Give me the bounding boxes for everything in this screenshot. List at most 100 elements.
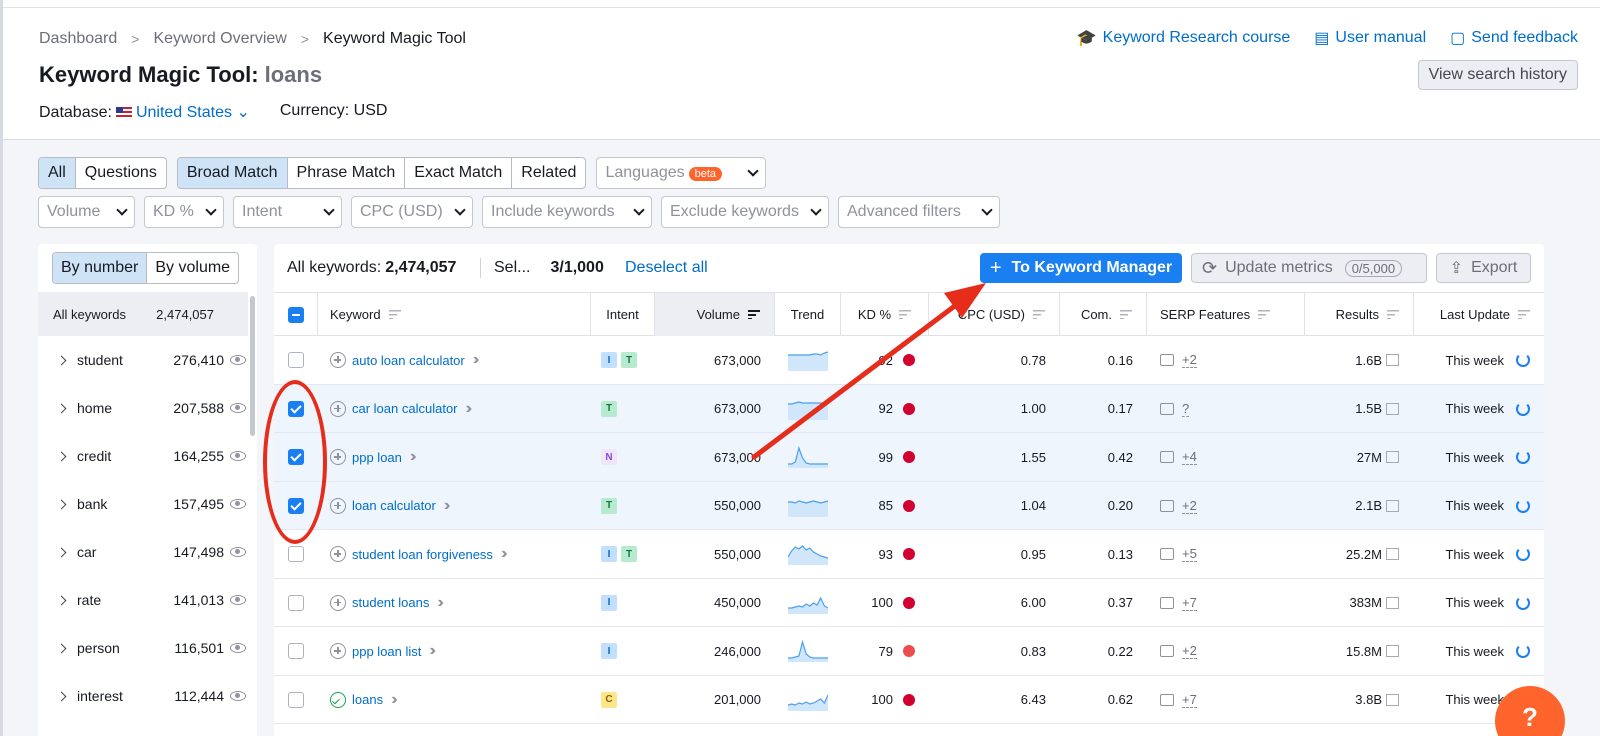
- tab-questions[interactable]: Questions: [76, 158, 166, 188]
- keyword-link[interactable]: ppp loan: [352, 450, 402, 465]
- exclude-keywords-filter[interactable]: Exclude keywords: [661, 196, 829, 228]
- add-to-list-icon[interactable]: [330, 400, 346, 417]
- sidebar-item-car[interactable]: car 147,498: [38, 528, 248, 576]
- manual-link[interactable]: ▤ User manual: [1314, 28, 1426, 48]
- row-checkbox[interactable]: [288, 546, 304, 562]
- col-results[interactable]: Results: [1305, 293, 1414, 336]
- export-button[interactable]: ⇪ Export: [1436, 253, 1531, 283]
- serp-more[interactable]: +7: [1182, 692, 1197, 708]
- refresh-icon[interactable]: [1516, 401, 1530, 416]
- double-chevron-icon[interactable]: ››: [429, 642, 435, 660]
- tab-phrase-match[interactable]: Phrase Match: [288, 158, 406, 188]
- col-kd[interactable]: KD %: [841, 293, 929, 336]
- view-history-button[interactable]: View search history: [1417, 60, 1578, 90]
- row-checkbox[interactable]: [288, 594, 304, 611]
- added-check-icon[interactable]: [330, 691, 346, 708]
- double-chevron-icon[interactable]: ››: [437, 594, 443, 612]
- eye-icon[interactable]: [230, 451, 246, 461]
- sidebar-item-rate[interactable]: rate 141,013: [38, 576, 248, 624]
- to-keyword-manager-button[interactable]: + To Keyword Manager: [980, 253, 1182, 283]
- serp-preview-icon[interactable]: [1386, 548, 1399, 560]
- row-checkbox[interactable]: [288, 352, 304, 368]
- col-volume[interactable]: Volume: [655, 293, 775, 336]
- refresh-icon[interactable]: [1516, 353, 1530, 367]
- col-keyword[interactable]: Keyword: [318, 293, 591, 336]
- eye-icon[interactable]: [230, 355, 246, 365]
- course-link[interactable]: 🎓 Keyword Research course: [1077, 28, 1291, 48]
- keyword-link[interactable]: ppp loan list: [352, 644, 421, 659]
- serp-more[interactable]: +7: [1182, 595, 1197, 611]
- serp-preview-icon[interactable]: [1386, 693, 1399, 706]
- advanced-filters[interactable]: Advanced filters: [838, 196, 1000, 228]
- eye-icon[interactable]: [230, 643, 246, 653]
- double-chevron-icon[interactable]: ››: [473, 351, 479, 369]
- col-serp[interactable]: SERP Features: [1147, 293, 1305, 336]
- select-all-checkbox[interactable]: [287, 306, 304, 323]
- all-keywords-group[interactable]: All keywords 2,474,057: [38, 292, 248, 336]
- kd-filter[interactable]: KD %: [144, 196, 224, 228]
- sidebar-item-person[interactable]: person 116,501: [38, 624, 248, 672]
- cpc-filter[interactable]: CPC (USD): [351, 196, 473, 228]
- eye-icon[interactable]: [230, 403, 246, 413]
- serp-more[interactable]: +5: [1182, 546, 1197, 562]
- serp-preview-icon[interactable]: [1386, 645, 1399, 657]
- double-chevron-icon[interactable]: ››: [466, 400, 472, 418]
- crumb-keyword-overview[interactable]: Keyword Overview: [153, 30, 286, 48]
- serp-preview-icon[interactable]: [1386, 596, 1399, 609]
- keyword-link[interactable]: student loans: [352, 595, 429, 610]
- refresh-icon[interactable]: [1516, 498, 1530, 513]
- keyword-link[interactable]: student loan forgiveness: [352, 547, 493, 562]
- serp-preview-icon[interactable]: [1386, 402, 1399, 415]
- eye-icon[interactable]: [230, 499, 246, 509]
- feedback-link[interactable]: ▢ Send feedback: [1450, 28, 1578, 48]
- serp-preview-icon[interactable]: [1386, 499, 1399, 512]
- add-to-list-icon[interactable]: [330, 546, 346, 562]
- keyword-link[interactable]: loans: [352, 692, 383, 707]
- refresh-icon[interactable]: [1516, 644, 1530, 658]
- refresh-icon[interactable]: [1516, 547, 1530, 561]
- crumb-dashboard[interactable]: Dashboard: [39, 30, 117, 48]
- languages-dropdown[interactable]: Languages beta: [596, 157, 767, 189]
- tab-by-volume[interactable]: By volume: [147, 253, 238, 283]
- tab-all[interactable]: All: [39, 158, 76, 188]
- sidebar-item-bank[interactable]: bank 157,495: [38, 480, 248, 528]
- serp-more[interactable]: +4: [1182, 449, 1197, 465]
- eye-icon[interactable]: [230, 691, 246, 701]
- refresh-icon[interactable]: [1516, 450, 1530, 464]
- double-chevron-icon[interactable]: ››: [391, 691, 397, 709]
- serp-more[interactable]: ?: [1182, 401, 1190, 417]
- tab-related[interactable]: Related: [512, 158, 585, 188]
- double-chevron-icon[interactable]: ››: [410, 448, 416, 466]
- serp-more[interactable]: +2: [1182, 498, 1197, 514]
- col-com[interactable]: Com.: [1060, 293, 1147, 336]
- sidebar-item-student[interactable]: student 276,410: [38, 336, 248, 384]
- col-last-update[interactable]: Last Update: [1414, 293, 1544, 336]
- volume-filter[interactable]: Volume: [38, 196, 135, 228]
- row-checkbox[interactable]: [288, 643, 304, 659]
- tab-broad-match[interactable]: Broad Match: [177, 158, 288, 188]
- col-cpc[interactable]: CPC (USD): [929, 293, 1060, 336]
- add-to-list-icon[interactable]: [330, 449, 346, 465]
- tab-by-number[interactable]: By number: [53, 253, 148, 283]
- intent-filter[interactable]: Intent: [233, 196, 342, 228]
- database-selector[interactable]: Database: United States ⌄: [39, 102, 250, 122]
- sidebar-item-home[interactable]: home 207,588: [38, 384, 248, 432]
- col-intent[interactable]: Intent: [591, 293, 655, 336]
- sidebar-item-credit[interactable]: credit 164,255: [38, 432, 248, 480]
- sidebar-item-interest[interactable]: interest 112,444: [38, 672, 248, 720]
- double-chevron-icon[interactable]: ››: [444, 497, 450, 515]
- add-to-list-icon[interactable]: [330, 643, 346, 659]
- sidebar-scrollbar[interactable]: [250, 296, 255, 436]
- double-chevron-icon[interactable]: ››: [501, 545, 507, 563]
- add-to-list-icon[interactable]: [330, 352, 346, 368]
- keyword-link[interactable]: loan calculator: [352, 498, 436, 513]
- tab-exact-match[interactable]: Exact Match: [405, 158, 513, 188]
- update-metrics-button[interactable]: ⟳ Update metrics 0/5,000: [1191, 253, 1427, 283]
- row-checkbox[interactable]: [288, 691, 304, 708]
- serp-preview-icon[interactable]: [1386, 354, 1399, 366]
- include-keywords-filter[interactable]: Include keywords: [482, 196, 652, 228]
- keyword-link[interactable]: car loan calculator: [352, 401, 458, 416]
- serp-preview-icon[interactable]: [1386, 451, 1399, 463]
- refresh-icon[interactable]: [1516, 595, 1530, 610]
- add-to-list-icon[interactable]: [330, 497, 346, 514]
